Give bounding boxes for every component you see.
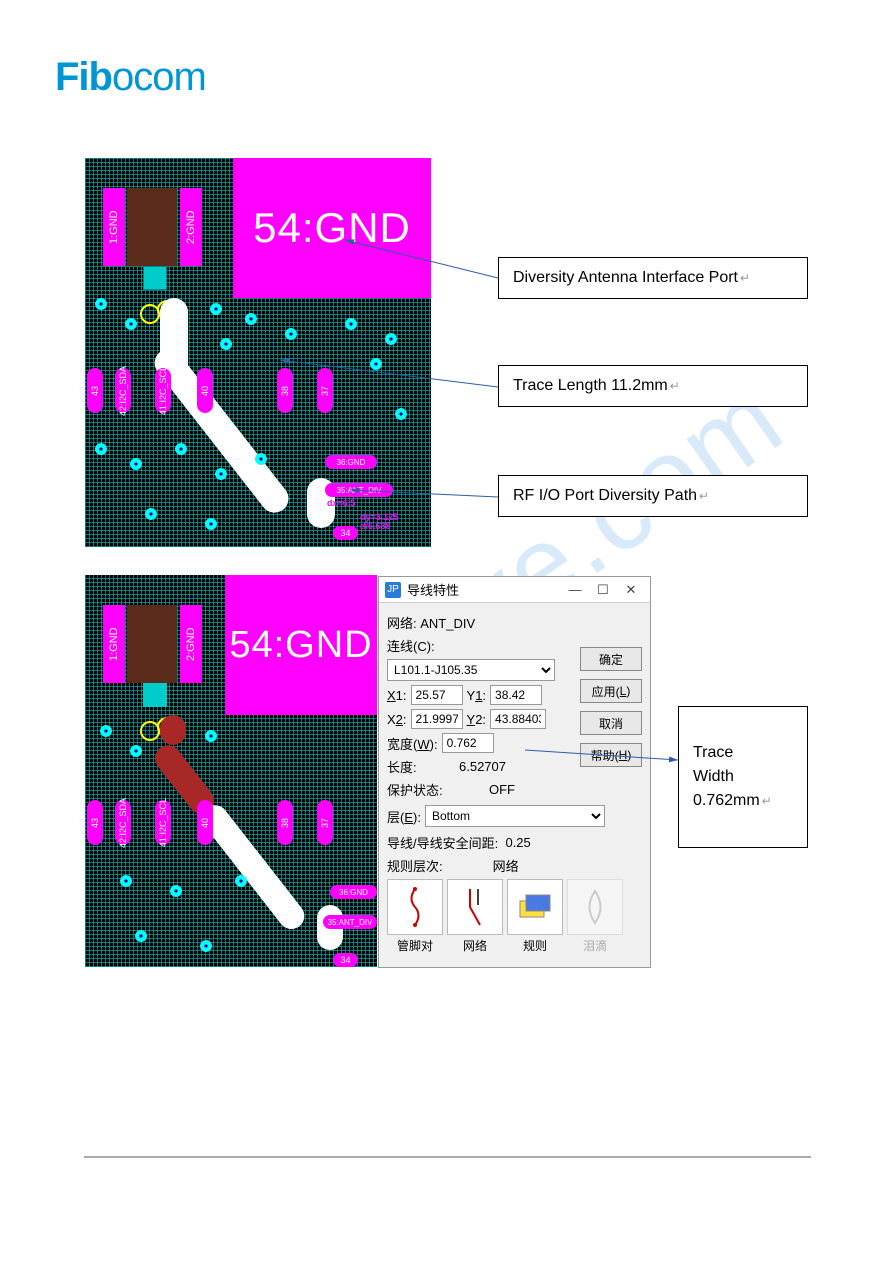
tool-label-4: 泪滴	[567, 937, 623, 954]
pad-37: 37	[317, 800, 333, 845]
callout-c1-text: Diversity Antenna Interface Port	[513, 269, 738, 287]
rule-layer-value: 网络	[493, 856, 519, 875]
center-pad	[143, 266, 167, 290]
y1-input[interactable]	[490, 685, 542, 705]
pad-35-ant: 35:ANT_DIV	[325, 483, 393, 497]
pad-36-gnd: 36:GND	[330, 885, 377, 899]
trace-properties-dialog: JP 导线特性 — ☐ ✕ 网络: ANT_DIV 连线(C): L101.1-…	[378, 576, 651, 968]
layer-label: 层(E):	[387, 807, 421, 826]
footer-divider	[84, 1156, 811, 1158]
apply-button[interactable]: 应用(L)	[580, 679, 642, 703]
clearance-value: 0.25	[505, 835, 530, 850]
layer-select[interactable]: Bottom	[425, 805, 605, 827]
maximize-button[interactable]: ☐	[590, 580, 616, 600]
pad-41: 41:I2C_SCL	[155, 800, 171, 845]
close-button[interactable]: ✕	[618, 580, 644, 600]
newline-icon: ↵	[670, 379, 680, 393]
gnd-block-54: 54:GND	[225, 575, 377, 715]
pad-43: 43	[87, 368, 103, 413]
length-label: 长度:	[387, 757, 459, 776]
dx-label: dx=6.5	[327, 498, 355, 508]
callout-diversity-antenna: Diversity Antenna Interface Port↵	[498, 257, 808, 299]
protect-label: 保护状态:	[387, 780, 459, 799]
minimize-button[interactable]: —	[562, 580, 588, 600]
newline-icon: ↵	[740, 271, 750, 285]
logo-text-a: Fib	[55, 55, 112, 99]
center-pad	[143, 683, 167, 707]
pad-37: 37	[317, 368, 333, 413]
pad-34: 34	[333, 953, 358, 967]
width-label: 宽度(W):	[387, 734, 438, 753]
x2-input[interactable]	[411, 709, 463, 729]
tool-label-1: 管脚对	[387, 937, 443, 954]
width-input[interactable]	[442, 733, 494, 753]
brown-pad	[127, 188, 177, 266]
tool-pinpair[interactable]	[387, 879, 443, 935]
coords-label: dy=3.125 d/6.638	[360, 513, 398, 531]
pad-40: 40	[197, 800, 213, 845]
callout-c4-l1: Trace	[693, 741, 733, 765]
newline-icon: ↵	[699, 489, 709, 503]
dialog-body: 网络: ANT_DIV 连线(C): L101.1-J105.35 X1: Y1…	[379, 603, 650, 967]
gnd-block-1: 1:GND	[103, 188, 125, 266]
pad-42: 42:I2C_SDA	[115, 368, 131, 413]
tool-rule[interactable]	[507, 879, 563, 935]
ok-button[interactable]: 确定	[580, 647, 642, 671]
pad-38: 38	[277, 368, 293, 413]
net-label: 网络: ANT_DIV	[387, 613, 475, 632]
tool-label-3: 规则	[507, 937, 563, 954]
pad-35-ant: 35:ANT_DIV	[323, 915, 377, 929]
pcb-figure-1: 54:GND 1:GND 2:GND 43 42:I2C_SDA 41:I2C_…	[85, 158, 431, 547]
dialog-title: 导线特性	[407, 580, 560, 599]
y2-label: Y2:	[467, 712, 487, 727]
gnd-block-54: 54:GND	[233, 158, 431, 298]
dialog-titlebar[interactable]: JP 导线特性 — ☐ ✕	[379, 577, 650, 603]
conn-label: 连线(C):	[387, 636, 435, 655]
pad-40: 40	[197, 368, 213, 413]
x1-label: X1:	[387, 688, 407, 703]
length-value: 6.52707	[459, 759, 506, 774]
callout-c4-l2: Width	[693, 765, 734, 789]
gnd-block-2: 2:GND	[180, 605, 202, 683]
logo-text-b: ocom	[112, 55, 206, 99]
page-root: Fibocom datArchive.com 54:GND 1:GND 2:GN…	[0, 0, 893, 1263]
x2-label: X2:	[387, 712, 407, 727]
gnd-block-1: 1:GND	[103, 605, 125, 683]
tool-label-2: 网络	[447, 937, 503, 954]
tool-teardrop	[567, 879, 623, 935]
dialog-app-icon: JP	[385, 582, 401, 598]
callout-c2-text: Trace Length 11.2mm	[513, 377, 668, 395]
protect-value: OFF	[489, 782, 515, 797]
pad-42: 42:I2C_SDA	[115, 800, 131, 845]
gnd-block-2: 2:GND	[180, 188, 202, 266]
help-button[interactable]: 帮助(H)	[580, 743, 642, 767]
y1-label: Y1:	[467, 688, 487, 703]
tool-net[interactable]	[447, 879, 503, 935]
cancel-button[interactable]: 取消	[580, 711, 642, 735]
newline-icon: ↵	[762, 794, 772, 808]
callout-c4-l3: 0.762mm	[693, 792, 760, 809]
pad-41: 41:I2C_SCL	[155, 368, 171, 413]
pad-36-gnd: 36:GND	[325, 455, 377, 469]
connection-select[interactable]: L101.1-J105.35	[387, 659, 555, 681]
brown-pad	[127, 605, 177, 683]
callout-c3-text: RF I/O Port Diversity Path	[513, 487, 697, 505]
callout-trace-length: Trace Length 11.2mm↵	[498, 365, 808, 407]
y2-input[interactable]	[490, 709, 546, 729]
pad-38: 38	[277, 800, 293, 845]
x1-input[interactable]	[411, 685, 463, 705]
clearance-label: 导线/导线安全间距:	[387, 833, 498, 852]
callout-trace-width: Trace Width 0.762mm↵	[678, 706, 808, 848]
gnd-2-label: 2:GND	[185, 210, 197, 244]
gnd-54-label: 54:GND	[253, 204, 411, 252]
rule-layer-label: 规则层次:	[387, 856, 443, 875]
gnd-1-label: 1:GND	[108, 210, 120, 244]
pcb-figure-2: 54:GND 1:GND 2:GND 43 42:I2C_SDA 41:I2C_…	[85, 575, 377, 967]
fibocom-logo: Fibocom	[55, 55, 206, 100]
callout-rf-io-path: RF I/O Port Diversity Path↵	[498, 475, 808, 517]
pad-34: 34	[333, 526, 358, 540]
selected-trace-seg	[160, 715, 186, 745]
pad-43: 43	[87, 800, 103, 845]
